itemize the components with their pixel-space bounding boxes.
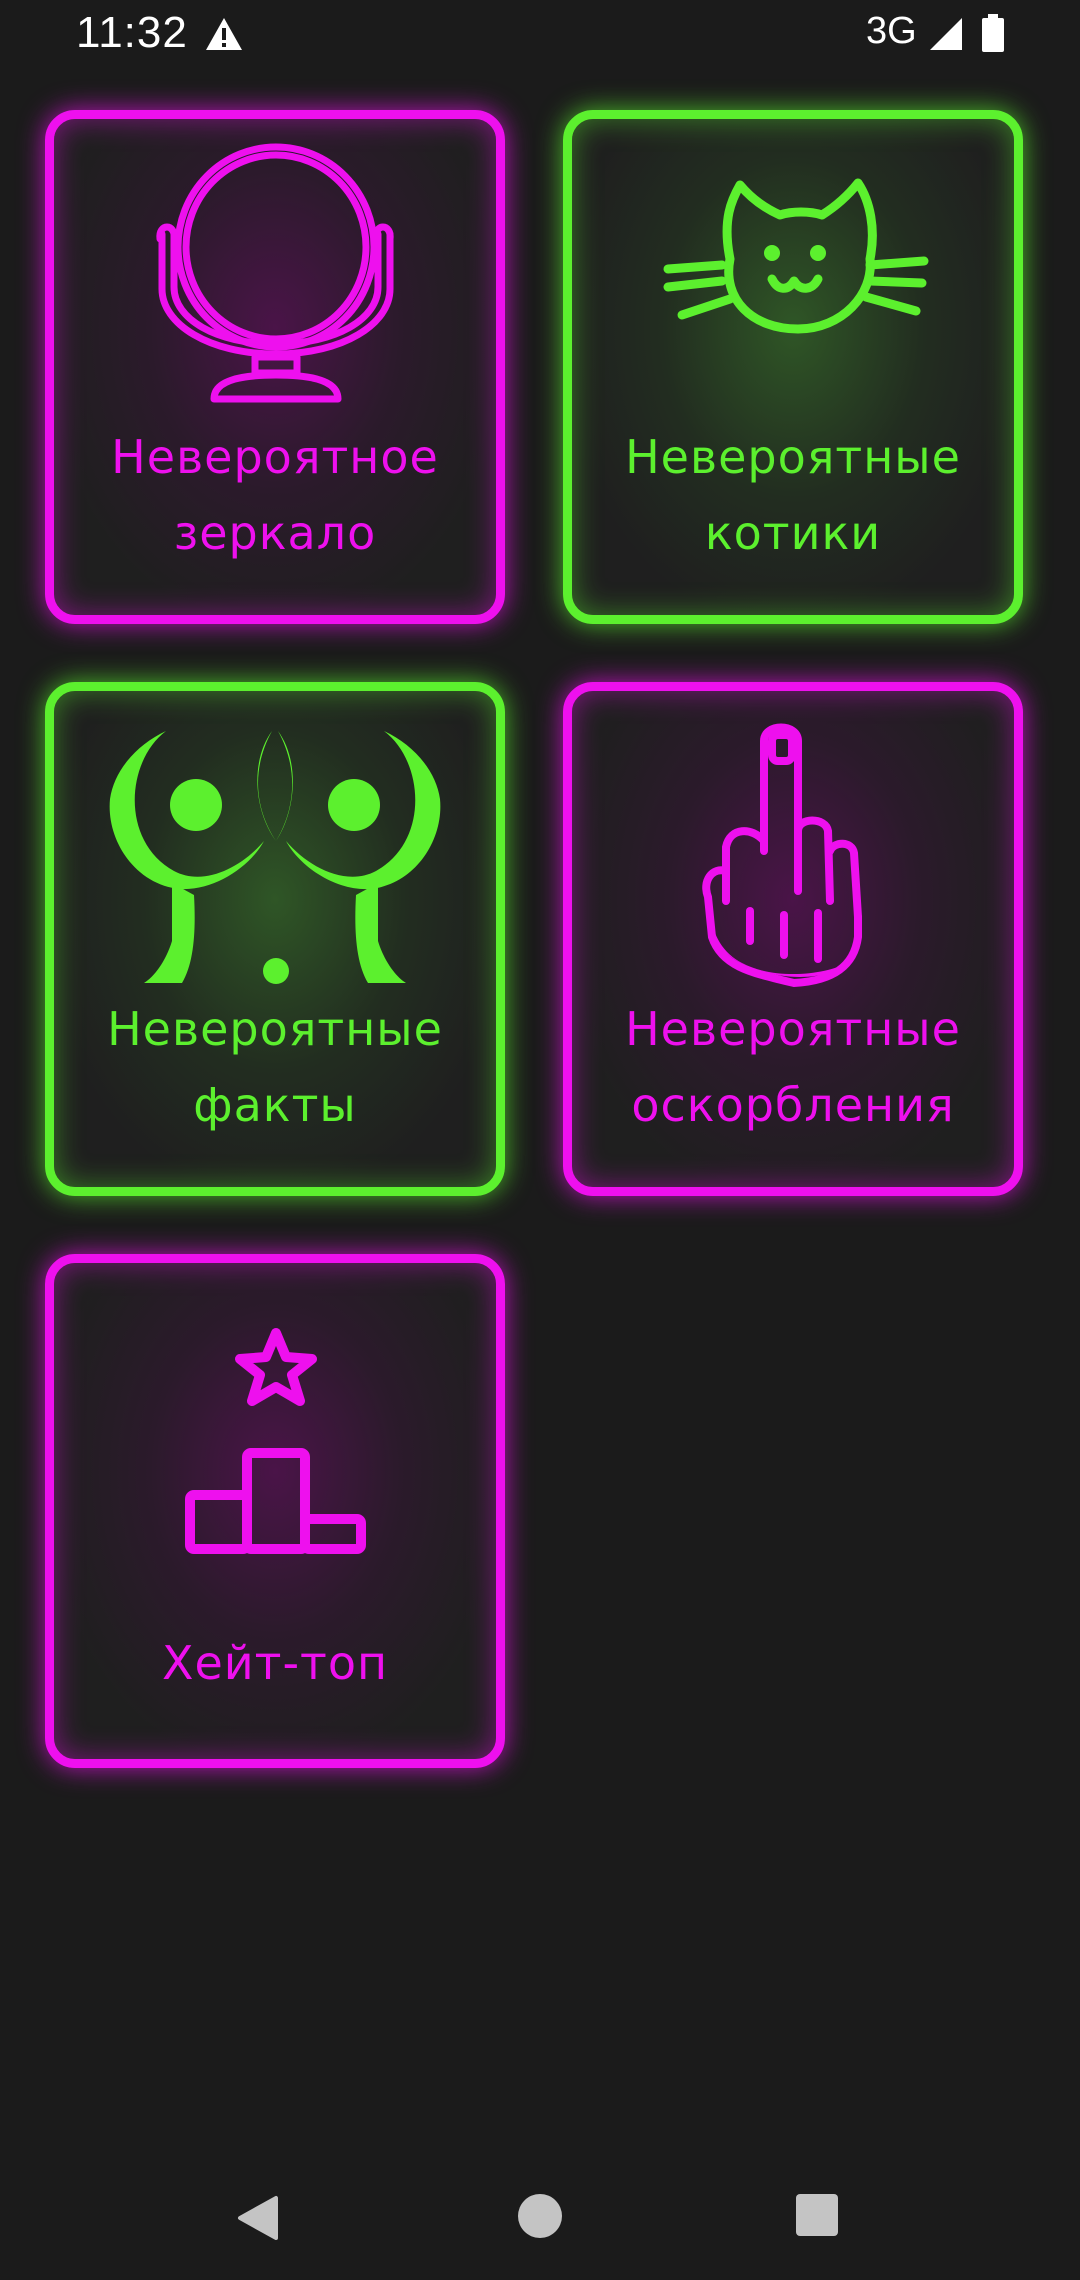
tile-label: Невероятные факты	[54, 991, 496, 1143]
tile-facts[interactable]: Невероятные факты	[45, 682, 505, 1196]
cat-icon	[663, 178, 929, 334]
tile-mirror[interactable]: Невероятное зеркало	[45, 110, 505, 624]
tile-label-line1: Хейт-топ	[161, 1636, 389, 1690]
podium-star-icon	[185, 1328, 366, 1554]
home-icon[interactable]	[518, 2194, 562, 2238]
facts-icon	[109, 731, 441, 984]
back-icon[interactable]	[236, 2194, 280, 2242]
battery-icon	[982, 14, 1004, 52]
tile-label-line1: Невероятные	[107, 1002, 443, 1056]
tile-cats[interactable]: Невероятные котики	[563, 110, 1023, 624]
recents-icon[interactable]	[796, 2194, 838, 2236]
status-bar: 11:32 3G	[0, 0, 1080, 70]
screen: 11:32 3G Невероятное зеркало Невероятные…	[0, 0, 1080, 2280]
tile-label-line1: Невероятное	[111, 430, 439, 484]
tile-label-line1: Невероятные	[625, 430, 961, 484]
tile-label: Хейт-топ	[54, 1625, 496, 1701]
status-time: 11:32	[76, 8, 188, 57]
tile-label-line2: котики	[704, 506, 882, 560]
tile-hate-top[interactable]: Хейт-топ	[45, 1254, 505, 1768]
tile-label: Невероятные котики	[572, 419, 1014, 571]
tile-label: Невероятные оскорбления	[572, 991, 1014, 1143]
tile-insults[interactable]: Невероятные оскорбления	[563, 682, 1023, 1196]
middle-finger-icon	[702, 723, 862, 987]
tile-label-line2: оскорбления	[631, 1078, 955, 1132]
tile-label-line2: факты	[193, 1078, 357, 1132]
tile-label: Невероятное зеркало	[54, 419, 496, 571]
signal-icon	[930, 18, 962, 50]
mirror-icon	[156, 143, 394, 403]
tile-label-line2: зеркало	[173, 506, 377, 560]
navigation-bar	[0, 2156, 1080, 2280]
tile-label-line1: Невероятные	[625, 1002, 961, 1056]
warning-icon	[206, 18, 242, 50]
network-type: 3G	[866, 10, 917, 52]
